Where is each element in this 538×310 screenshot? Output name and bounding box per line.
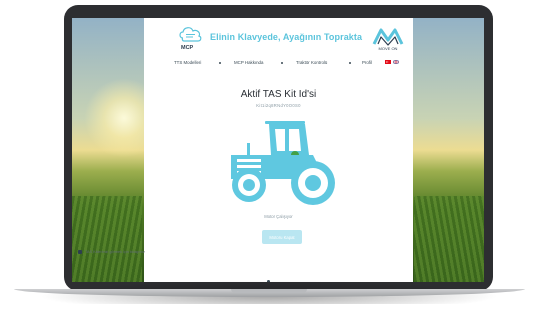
mcp-cloud-logo: MCP <box>179 27 202 51</box>
nav-item-profil[interactable]: Profil <box>362 60 372 65</box>
nav-separator <box>349 62 351 64</box>
tas-kits-toggle[interactable]: TAS Kitlerinizi görmek için tıklayınız <box>78 248 145 256</box>
nav-item-tts-modelleri[interactable]: TTS Modelleri <box>174 60 201 65</box>
web-page: MCP Elinin Klavyede, Ayağının Toprakta M… <box>144 18 413 282</box>
wheat-field-left <box>72 196 142 282</box>
nav-item-mcp-hakkinda[interactable]: MCP Hakkında <box>234 60 263 65</box>
svg-text:MCP: MCP <box>181 45 194 51</box>
move-on-logo: MOVE ON <box>372 28 404 51</box>
turkish-flag-icon[interactable] <box>385 60 391 64</box>
nav-item-traktor-kontrolu[interactable]: Traktör Kontrolü <box>296 60 327 65</box>
engine-status: Motor Çalışıyor <box>264 214 293 219</box>
main-nav: TTS Modelleri MCP Hakkında Traktör Kontr… <box>144 60 413 72</box>
laptop-screen: MCP Elinin Klavyede, Ayağının Toprakta M… <box>72 18 484 282</box>
kit-id-value: Kit1i2q8RNdY0O0S0 <box>256 103 301 108</box>
checkbox-label: TAS Kitlerinizi görmek için tıklayınız <box>85 250 145 254</box>
header-title: Elinin Klavyede, Ayağının Toprakta <box>210 32 363 42</box>
checkbox-icon[interactable] <box>78 250 82 254</box>
stop-engine-button[interactable]: Motoru Kapat <box>262 230 302 244</box>
svg-text:MOVE ON: MOVE ON <box>379 46 398 51</box>
laptop-notch <box>231 289 307 293</box>
uk-flag-icon[interactable] <box>393 60 399 64</box>
tractor-icon <box>231 121 335 205</box>
nav-separator <box>281 62 283 64</box>
nav-separator <box>219 62 221 64</box>
page-title: Aktif TAS Kit Id'si <box>240 89 317 100</box>
wheat-field-right <box>414 196 484 282</box>
